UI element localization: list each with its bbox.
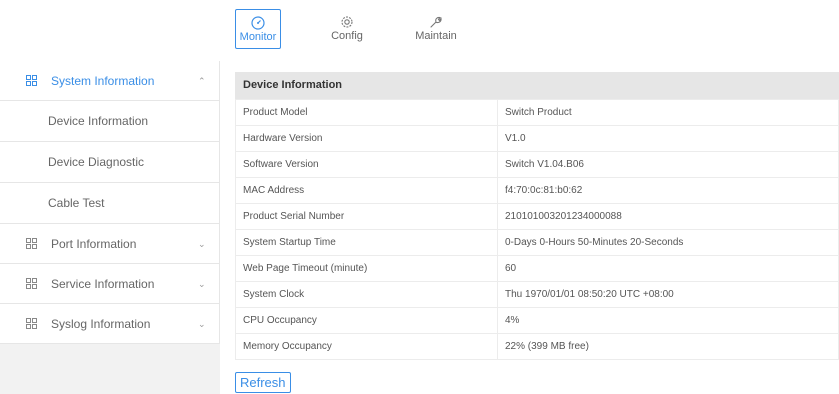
table-row: Product Serial Number 2101010032012340000… (235, 203, 839, 230)
sidebar-item-device-information[interactable]: Device Information (0, 101, 219, 142)
table-row: CPU Occupancy 4% (235, 307, 839, 334)
row-key: Memory Occupancy (235, 333, 498, 360)
chevron-down-icon: ⌄ (198, 319, 206, 329)
panel-title: Device Information (235, 72, 839, 99)
row-value: 4% (497, 307, 839, 334)
row-key: Product Serial Number (235, 203, 498, 230)
grid-icon (26, 318, 37, 329)
sidebar-group-label: Syslog Information (51, 317, 151, 331)
sidebar-group-service-information[interactable]: Service Information ⌄ (0, 264, 219, 304)
sidebar-group-syslog-information[interactable]: Syslog Information ⌄ (0, 304, 219, 344)
nav-monitor[interactable]: Monitor (235, 9, 281, 49)
chevron-up-icon: ⌃ (198, 76, 206, 86)
nav-maintain-label: Maintain (415, 30, 457, 42)
row-value: Thu 1970/01/01 08:50:20 UTC +08:00 (497, 281, 839, 308)
sidebar-group-label: System Information (51, 74, 155, 88)
sidebar-group-label: Port Information (51, 237, 137, 251)
table-row: Memory Occupancy 22% (399 MB free) (235, 333, 839, 360)
row-key: CPU Occupancy (235, 307, 498, 334)
row-value: 22% (399 MB free) (497, 333, 839, 360)
sidebar-menu: System Information ⌃ Device Information … (0, 61, 220, 344)
row-value: f4:70:0c:81:b0:62 (497, 177, 839, 204)
device-information-panel: Device Information Product Model Switch P… (235, 72, 839, 360)
grid-icon (26, 278, 37, 289)
row-value: 0-Days 0-Hours 50-Minutes 20-Seconds (497, 229, 839, 256)
sidebar-group-port-information[interactable]: Port Information ⌄ (0, 224, 219, 264)
gear-icon (341, 16, 353, 28)
grid-icon (26, 75, 37, 86)
row-key: Web Page Timeout (minute) (235, 255, 498, 282)
sidebar-group-label: Service Information (51, 277, 155, 291)
row-value: Switch V1.04.B06 (497, 151, 839, 178)
row-key: System Startup Time (235, 229, 498, 256)
sidebar-item-device-diagnostic[interactable]: Device Diagnostic (0, 142, 219, 183)
nav-maintain[interactable]: Maintain (413, 9, 459, 49)
chevron-down-icon: ⌄ (198, 239, 206, 249)
table-row: Software Version Switch V1.04.B06 (235, 151, 839, 178)
refresh-button[interactable]: Refresh (235, 372, 291, 393)
table-row: MAC Address f4:70:0c:81:b0:62 (235, 177, 839, 204)
row-value: 210101003201234000088 (497, 203, 839, 230)
table-row: System Clock Thu 1970/01/01 08:50:20 UTC … (235, 281, 839, 308)
grid-icon (26, 238, 37, 249)
sidebar: System Information ⌃ Device Information … (0, 61, 220, 394)
row-key: System Clock (235, 281, 498, 308)
nav-monitor-label: Monitor (239, 31, 277, 43)
row-key: Product Model (235, 99, 498, 126)
row-key: Software Version (235, 151, 498, 178)
row-value: 60 (497, 255, 839, 282)
nav-config-label: Config (331, 30, 363, 42)
table-row: Product Model Switch Product (235, 99, 839, 126)
row-key: Hardware Version (235, 125, 498, 152)
row-value: Switch Product (497, 99, 839, 126)
table-row: System Startup Time 0-Days 0-Hours 50-Min… (235, 229, 839, 256)
sidebar-item-cable-test[interactable]: Cable Test (0, 183, 219, 224)
top-navigation: Monitor Config Maintain (0, 0, 839, 60)
device-info-table: Product Model Switch Product Hardware Ver… (235, 99, 839, 360)
gauge-icon (251, 16, 265, 30)
wrench-icon (430, 16, 442, 28)
chevron-down-icon: ⌄ (198, 279, 206, 289)
row-key: MAC Address (235, 177, 498, 204)
table-row: Hardware Version V1.0 (235, 125, 839, 152)
sidebar-group-system-information[interactable]: System Information ⌃ (0, 61, 219, 101)
row-value: V1.0 (497, 125, 839, 152)
table-row: Web Page Timeout (minute) 60 (235, 255, 839, 282)
nav-config[interactable]: Config (324, 9, 370, 49)
